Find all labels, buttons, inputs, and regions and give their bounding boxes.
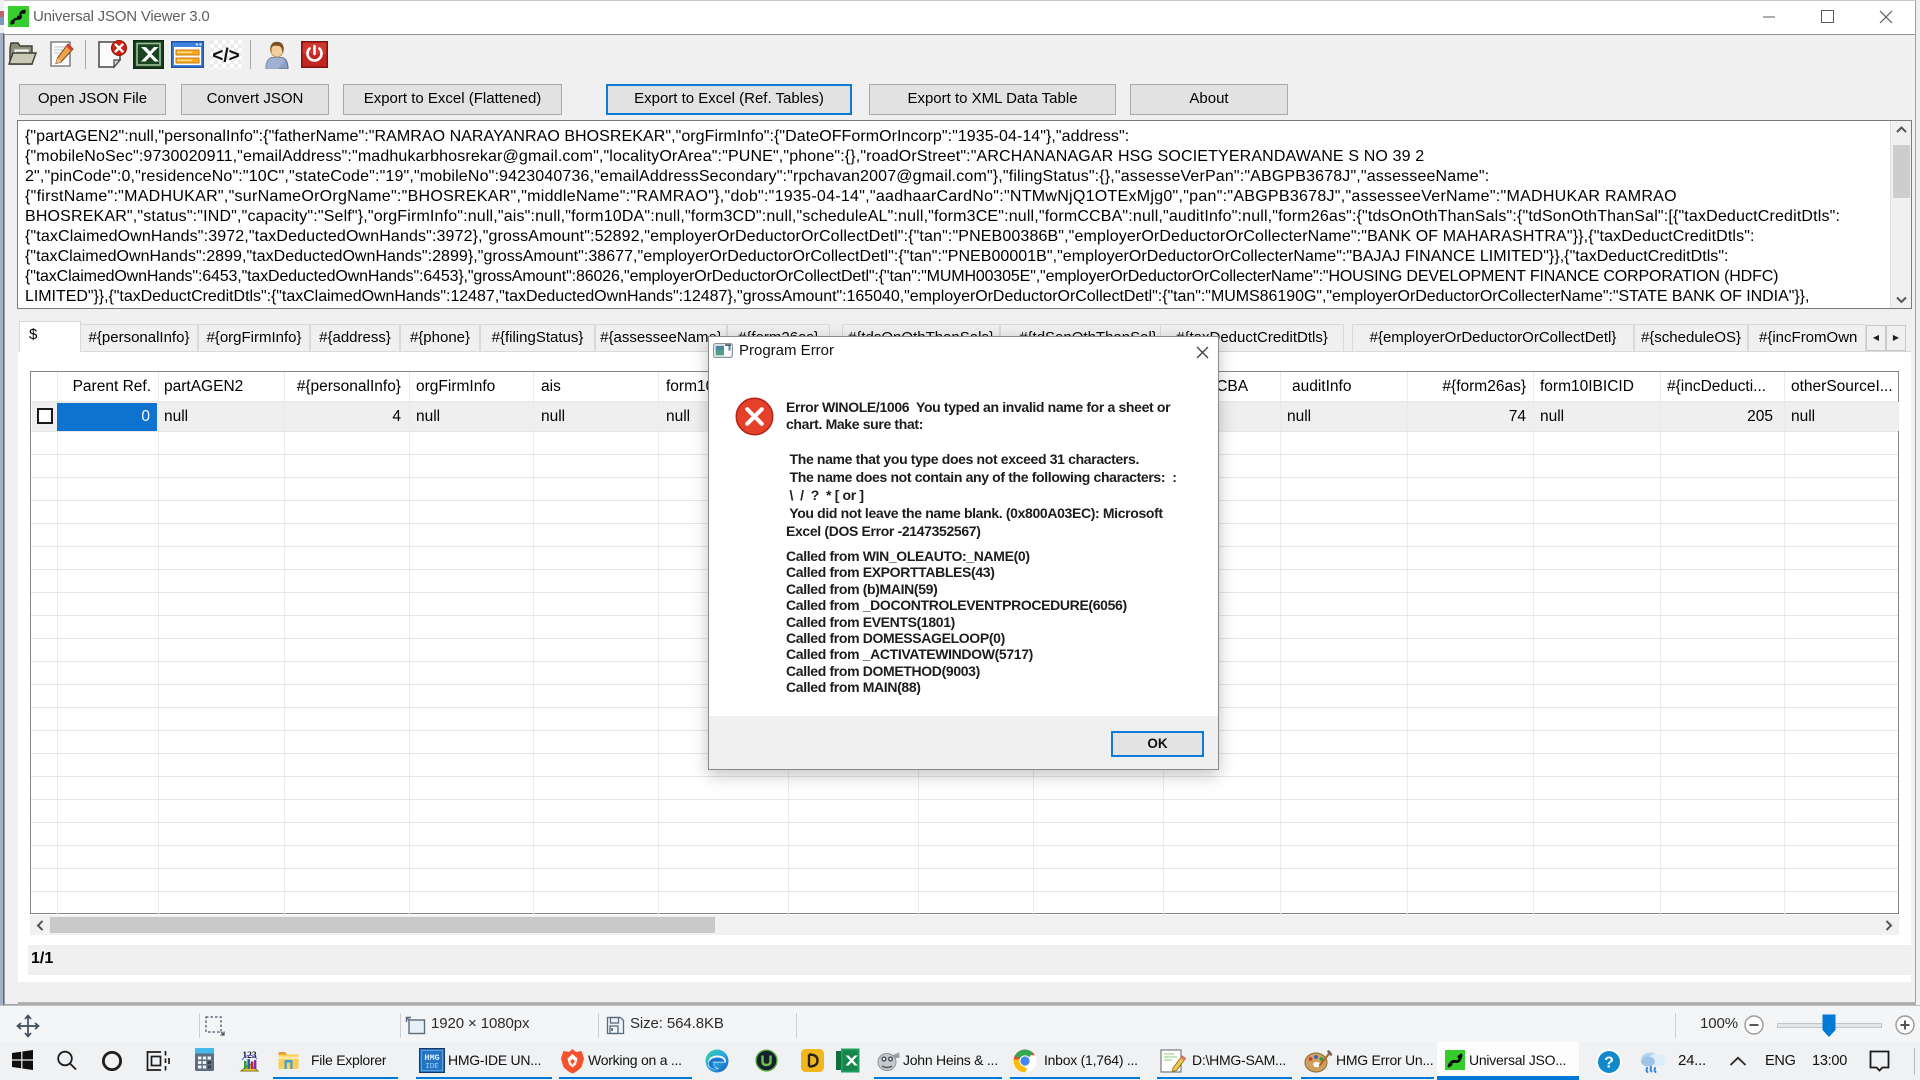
svg-text:</>: </>: [212, 46, 239, 67]
svg-text:123: 123: [242, 1051, 257, 1061]
svg-text:IDE: IDE: [425, 1063, 439, 1071]
svg-text:?: ?: [1604, 1055, 1614, 1072]
svg-text:HMG: HMG: [424, 1053, 439, 1063]
